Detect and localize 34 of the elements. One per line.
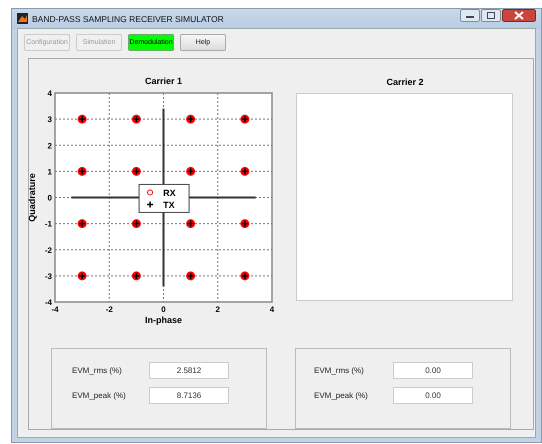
minimize-icon[interactable] bbox=[460, 9, 480, 22]
tick-label: -3 bbox=[44, 272, 52, 281]
tick-label: 0 bbox=[161, 305, 166, 314]
value-field[interactable]: 8.7136 bbox=[149, 386, 229, 404]
legend-label: RX bbox=[163, 188, 176, 198]
tick-label: 4 bbox=[270, 305, 274, 314]
x-axis-label: In-phase bbox=[145, 315, 182, 325]
field-label: EVM_rms (%) bbox=[313, 366, 365, 374]
tick-label: 0 bbox=[48, 194, 52, 202]
close-icon[interactable] bbox=[502, 9, 536, 22]
legend-label: TX bbox=[163, 200, 175, 210]
field-label: EVM_peak (%) bbox=[71, 390, 127, 400]
tick-label: -2 bbox=[44, 246, 52, 255]
tick-label: 2 bbox=[48, 141, 52, 150]
value-field[interactable]: 0.00 bbox=[393, 362, 473, 378]
legend-box bbox=[138, 184, 190, 213]
tick-label: -2 bbox=[106, 305, 113, 314]
tick-label: 1 bbox=[48, 167, 52, 176]
tick-label: 2 bbox=[216, 305, 220, 314]
field-label: EVM_peak (%) bbox=[313, 390, 369, 400]
window-title: BAND-PASS SAMPLING RECEIVER SIMULATOR bbox=[32, 14, 225, 24]
app-logo-icon bbox=[17, 13, 28, 24]
tick-label: -4 bbox=[51, 305, 59, 314]
tick-label: -4 bbox=[44, 298, 52, 307]
chart-title: Carrier 1 bbox=[144, 76, 182, 86]
maximize-icon[interactable] bbox=[481, 9, 501, 22]
tick-label: 3 bbox=[48, 115, 52, 124]
y-axis-label: Quadrature bbox=[27, 173, 37, 222]
tick-label: 4 bbox=[48, 89, 52, 98]
field-label: EVM_rms (%) bbox=[71, 366, 123, 374]
value-field[interactable]: 2.5812 bbox=[149, 362, 229, 378]
tick-label: -1 bbox=[44, 220, 52, 229]
value-field[interactable]: 0.00 bbox=[393, 386, 473, 404]
chart-title: Carrier 2 bbox=[385, 76, 425, 89]
